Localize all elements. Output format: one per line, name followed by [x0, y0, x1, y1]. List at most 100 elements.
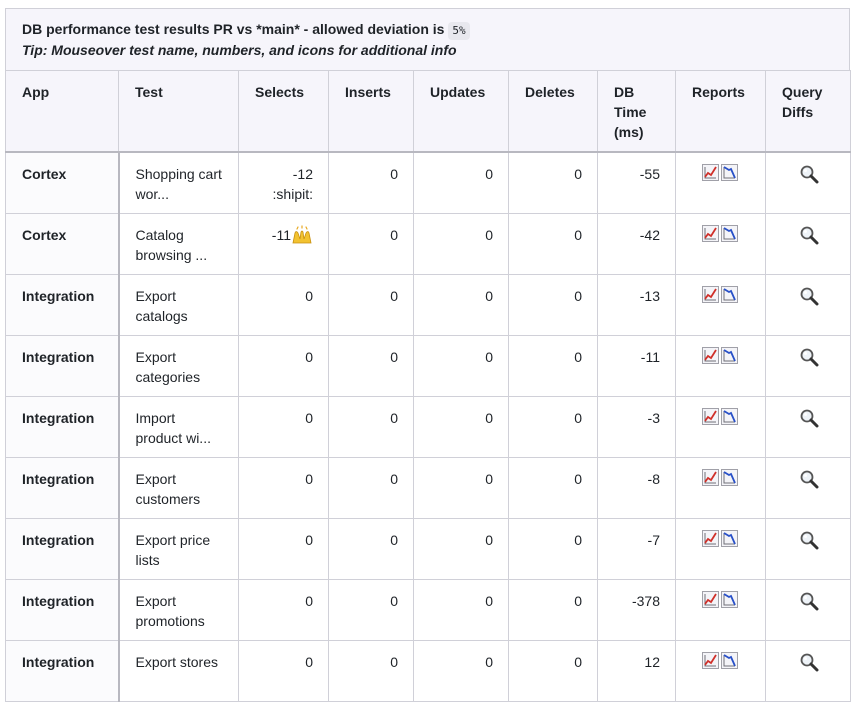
deletes-cell[interactable]: 0: [508, 579, 598, 641]
chart-increasing-icon[interactable]: [702, 469, 719, 486]
app-cell: Cortex: [5, 213, 120, 275]
magnifying-glass-icon[interactable]: [799, 530, 819, 550]
test-name-cell[interactable]: Catalog browsing ...: [118, 213, 239, 275]
db-time-cell[interactable]: -55: [597, 151, 676, 214]
chart-decreasing-icon[interactable]: [721, 591, 738, 608]
deletes-cell[interactable]: 0: [508, 151, 598, 214]
db-time-cell[interactable]: -11: [597, 335, 676, 397]
test-name-cell[interactable]: Export promotions: [118, 579, 239, 641]
updates-cell[interactable]: 0: [413, 151, 509, 214]
test-name-cell[interactable]: Export customers: [118, 457, 239, 519]
db-time-cell[interactable]: 12: [597, 640, 676, 702]
chart-increasing-icon[interactable]: [702, 286, 719, 303]
inserts-cell[interactable]: 0: [328, 579, 414, 641]
updates-cell[interactable]: 0: [413, 213, 509, 275]
inserts-cell[interactable]: 0: [328, 213, 414, 275]
column-header-query-diffs: Query Diffs: [765, 70, 851, 153]
chart-decreasing-icon[interactable]: [721, 164, 738, 181]
table-row: Integration Export categories 0 0 0 0 -1…: [5, 335, 851, 397]
deletes-cell[interactable]: 0: [508, 518, 598, 580]
table-caption: DB performance test results PR vs *main*…: [5, 8, 850, 70]
selects-value: 0: [305, 471, 313, 487]
reports-cell: [675, 213, 766, 275]
test-name-cell[interactable]: Shopping cart wor...: [118, 151, 239, 214]
chart-increasing-icon[interactable]: [702, 591, 719, 608]
query-diff-cell: [765, 579, 851, 641]
table-row: Integration Export catalogs 0 0 0 0 -13: [5, 274, 851, 336]
chart-decreasing-icon[interactable]: [721, 347, 738, 364]
db-time-cell[interactable]: -13: [597, 274, 676, 336]
inserts-cell[interactable]: 0: [328, 335, 414, 397]
chart-decreasing-icon[interactable]: [721, 530, 738, 547]
inserts-cell[interactable]: 0: [328, 457, 414, 519]
updates-cell[interactable]: 0: [413, 274, 509, 336]
deletes-cell[interactable]: 0: [508, 640, 598, 702]
deletes-cell[interactable]: 0: [508, 396, 598, 458]
chart-increasing-icon[interactable]: [702, 225, 719, 242]
chart-increasing-icon[interactable]: [702, 652, 719, 669]
magnifying-glass-icon[interactable]: [799, 652, 819, 672]
chart-decreasing-icon[interactable]: [721, 469, 738, 486]
results-body: Cortex Shopping cart wor... -12 :shipit:…: [5, 151, 851, 702]
updates-cell[interactable]: 0: [413, 457, 509, 519]
selects-cell[interactable]: 0: [238, 396, 329, 458]
chart-decreasing-icon[interactable]: [721, 408, 738, 425]
inserts-cell[interactable]: 0: [328, 274, 414, 336]
test-name-cell[interactable]: Import product wi...: [118, 396, 239, 458]
selects-cell[interactable]: 0: [238, 579, 329, 641]
app-cell: Integration: [5, 335, 120, 397]
db-time-cell[interactable]: -378: [597, 579, 676, 641]
inserts-cell[interactable]: 0: [328, 396, 414, 458]
magnifying-glass-icon[interactable]: [799, 347, 819, 367]
magnifying-glass-icon[interactable]: [799, 164, 819, 184]
test-name-cell[interactable]: Export price lists: [118, 518, 239, 580]
updates-cell[interactable]: 0: [413, 518, 509, 580]
magnifying-glass-icon[interactable]: [799, 591, 819, 611]
deletes-cell[interactable]: 0: [508, 274, 598, 336]
caption-title: DB performance test results PR vs *main*…: [22, 21, 445, 37]
db-time-cell[interactable]: -7: [597, 518, 676, 580]
app-cell: Integration: [5, 457, 120, 519]
magnifying-glass-icon[interactable]: [799, 225, 819, 245]
chart-decreasing-icon[interactable]: [721, 225, 738, 242]
test-name-cell[interactable]: Export stores: [118, 640, 239, 702]
chart-increasing-icon[interactable]: [702, 347, 719, 364]
selects-cell[interactable]: 0: [238, 335, 329, 397]
db-time-cell[interactable]: -8: [597, 457, 676, 519]
updates-cell[interactable]: 0: [413, 396, 509, 458]
caption-tip: Tip: Mouseover test name, numbers, and i…: [22, 42, 457, 58]
test-name-cell[interactable]: Export categories: [118, 335, 239, 397]
selects-cell[interactable]: -11: [238, 213, 329, 275]
deletes-cell[interactable]: 0: [508, 335, 598, 397]
updates-cell[interactable]: 0: [413, 579, 509, 641]
selects-cell[interactable]: 0: [238, 518, 329, 580]
db-time-cell[interactable]: -3: [597, 396, 676, 458]
chart-decreasing-icon[interactable]: [721, 286, 738, 303]
selects-cell[interactable]: 0: [238, 274, 329, 336]
deletes-cell[interactable]: 0: [508, 457, 598, 519]
selects-cell[interactable]: 0: [238, 640, 329, 702]
magnifying-glass-icon[interactable]: [799, 408, 819, 428]
selects-value: 0: [305, 654, 313, 670]
deletes-cell[interactable]: 0: [508, 213, 598, 275]
chart-increasing-icon[interactable]: [702, 530, 719, 547]
selects-value: 0: [305, 410, 313, 426]
updates-cell[interactable]: 0: [413, 335, 509, 397]
magnifying-glass-icon[interactable]: [799, 286, 819, 306]
query-diff-cell: [765, 151, 851, 214]
selects-value: -11: [271, 227, 291, 243]
test-name-cell[interactable]: Export catalogs: [118, 274, 239, 336]
inserts-cell[interactable]: 0: [328, 151, 414, 214]
magnifying-glass-icon[interactable]: [799, 469, 819, 489]
selects-cell[interactable]: 0: [238, 457, 329, 519]
inserts-cell[interactable]: 0: [328, 640, 414, 702]
chart-increasing-icon[interactable]: [702, 408, 719, 425]
updates-cell[interactable]: 0: [413, 640, 509, 702]
column-header-inserts: Inserts: [328, 70, 414, 153]
chart-decreasing-icon[interactable]: [721, 652, 738, 669]
deviation-badge: 5%: [448, 22, 470, 40]
selects-cell[interactable]: -12 :shipit:: [238, 151, 329, 214]
chart-increasing-icon[interactable]: [702, 164, 719, 181]
db-time-cell[interactable]: -42: [597, 213, 676, 275]
inserts-cell[interactable]: 0: [328, 518, 414, 580]
